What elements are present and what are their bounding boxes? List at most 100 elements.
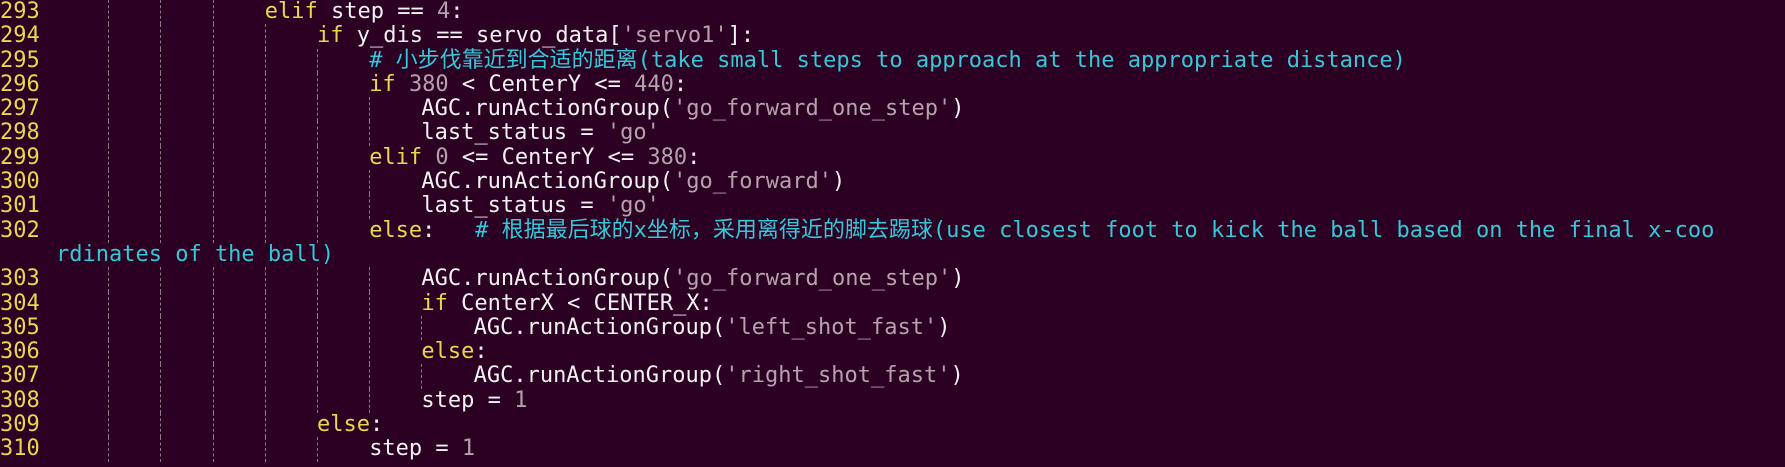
code-token: AGC.runActionGroup( [421, 169, 674, 195]
code-line[interactable]: 305 AGC.runActionGroup('left_shot_fast') [0, 314, 1785, 341]
indent-guide [212, 218, 214, 243]
string-token: 'left_shot_fast' [725, 314, 938, 340]
code-text: last_status = 'go' [421, 194, 659, 218]
code-line[interactable]: 303 AGC.runActionGroup('go_forward_one_st… [0, 266, 1785, 292]
indent-guide [264, 121, 266, 146]
indent-guide [421, 315, 423, 341]
line-number: 300 [0, 169, 40, 195]
code-line[interactable]: 306 else: [0, 339, 1785, 365]
code-line[interactable]: 295 # 小步伐靠近到合适的距离(take small steps to app… [0, 47, 1785, 73]
indent-guide [108, 0, 110, 25]
code-line[interactable]: 308 step = 1 [0, 387, 1785, 414]
indent-guide [317, 315, 318, 341]
indent-guide [264, 97, 266, 122]
indent-guide [264, 24, 266, 49]
code-line[interactable]: 301 last_status = 'go' [0, 193, 1785, 219]
indent-guide [160, 72, 162, 98]
code-token: : [369, 412, 384, 438]
code-token: : [687, 144, 701, 170]
code-line[interactable]: 304 if CenterX < CENTER_X: [0, 290, 1785, 316]
comment-token: # 小步伐靠近到合适的距离(take small steps to approa… [369, 47, 1406, 73]
code-line[interactable]: 310 step = 1 [0, 437, 1785, 462]
indent-guide [160, 194, 162, 219]
indent-guide [212, 24, 214, 49]
code-line[interactable]: 294 if y_dis == servo_data['servo1']: [0, 23, 1785, 49]
code-text: last_status = 'go' [421, 121, 659, 145]
code-text: step = 1 [369, 437, 475, 461]
code-line-wrap[interactable]: rdinates of the ball) [0, 242, 1785, 267]
code-text: if CenterX < CENTER_X: [421, 290, 713, 316]
indent-guide [108, 121, 110, 146]
indent-guide [160, 48, 162, 73]
indent-guide [212, 291, 214, 316]
indent-guide [212, 194, 214, 219]
code-token: ) [951, 266, 965, 292]
indent-guide [369, 388, 371, 414]
code-token: AGC.runActionGroup( [473, 314, 726, 340]
indent-guide [212, 364, 214, 389]
keyword-token: else [421, 339, 475, 365]
indent-guide [160, 291, 162, 316]
code-line[interactable]: 297 AGC.runActionGroup('go_forward_one_st… [0, 96, 1785, 122]
number-token: 0 [435, 144, 449, 170]
indent-guide [108, 194, 110, 219]
code-line[interactable]: 302 else: # 根据最后球的x坐标，采用离得近的脚去踢球(use clos… [0, 217, 1785, 243]
indent-guide [264, 170, 266, 195]
line-number: 298 [0, 120, 40, 146]
indent-guide [160, 413, 162, 438]
string-token: 'go_forward' [673, 169, 833, 195]
code-line[interactable]: 298 last_status = 'go' [0, 120, 1785, 146]
code-text: if 380 < CenterY <= 440: [369, 71, 687, 97]
comment-token: # 根据最后球的x坐标，采用离得近的脚去踢球(use closest foot … [475, 217, 1715, 243]
line-number: 302 [0, 217, 40, 243]
indent-guide [317, 97, 318, 122]
line-number: 297 [0, 96, 40, 122]
indent-guide [264, 218, 266, 243]
code-text: rdinates of the ball) [56, 242, 334, 267]
code-line[interactable]: 299 elif 0 <= CenterY <= 380: [0, 144, 1785, 171]
indent-guide [160, 97, 162, 122]
indent-guide [317, 437, 318, 462]
indent-guide [212, 97, 214, 122]
keyword-token: if [369, 71, 396, 97]
code-token: ) [950, 363, 964, 389]
code-text: if y_dis == servo_data['servo1']: [317, 24, 754, 48]
line-number: 301 [0, 193, 40, 219]
indent-guide [369, 194, 371, 219]
indent-guide [160, 267, 162, 292]
indent-guide [369, 291, 371, 316]
string-token: 'go' [606, 120, 660, 146]
indent-guide [317, 170, 318, 195]
code-text: step = 1 [421, 388, 527, 413]
string-token: 'go' [606, 193, 660, 219]
code-token: AGC.runActionGroup( [473, 363, 726, 389]
indent-guide [160, 121, 162, 146]
line-number: 295 [0, 47, 40, 73]
code-token: y_dis == servo_data[ [343, 23, 622, 49]
code-line[interactable]: 309 else: [0, 412, 1785, 438]
indent-guide [160, 364, 162, 389]
keyword-token: if [317, 23, 344, 49]
code-editor[interactable]: 293 elif step == 4: 294 if y_dis == servo_d… [0, 0, 1785, 467]
code-line[interactable]: 293 elif step == 4: [0, 0, 1785, 25]
code-line[interactable]: 300 AGC.runActionGroup('go_forward') [0, 169, 1785, 195]
code-line[interactable]: 296 if 380 < CenterY <= 440: [0, 71, 1785, 98]
indent-guide [369, 364, 371, 389]
code-line[interactable]: 307 AGC.runActionGroup('right_shot_fast') [0, 363, 1785, 389]
indent-guide [317, 72, 318, 98]
indent-guide [212, 48, 214, 73]
code-token: CenterX < CENTER_X: [447, 290, 713, 316]
indent-guide [160, 315, 162, 341]
indent-guide [108, 145, 110, 171]
indent-guide [264, 267, 266, 292]
keyword-token: else [369, 217, 423, 243]
number-token: 1 [461, 436, 476, 462]
code-token: ) [832, 169, 846, 195]
code-text: elif 0 <= CenterY <= 380: [369, 144, 701, 170]
indent-guide [160, 145, 162, 171]
line-number: 308 [0, 387, 40, 413]
number-token: 4 [437, 0, 451, 24]
line-number: 293 [0, 0, 40, 24]
line-number: 303 [0, 266, 40, 292]
code-text: else: # 根据最后球的x坐标，采用离得近的脚去踢球(use closest… [369, 217, 1715, 243]
